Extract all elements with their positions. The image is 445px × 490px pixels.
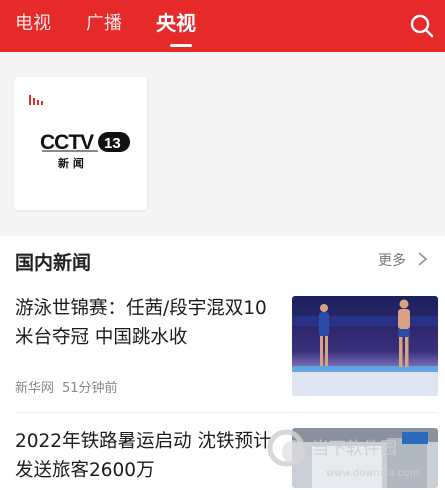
more-link[interactable]: 更多 bbox=[378, 250, 406, 270]
active-tab-indicator bbox=[170, 44, 192, 47]
news-time: 51分钟前 bbox=[62, 381, 118, 396]
news-title: 2022年铁路暑运启动 沈铁预计发送旅客2600万 bbox=[15, 431, 272, 481]
chevron-right-icon[interactable] bbox=[416, 250, 430, 268]
search-icon[interactable] bbox=[408, 12, 436, 40]
news-thumbnail-diving bbox=[292, 296, 438, 396]
channel-card-cctv13[interactable]: CCTV 13 新 闻 bbox=[14, 77, 147, 210]
tab-tv[interactable]: 电视 bbox=[15, 11, 51, 37]
live-bars-icon bbox=[29, 95, 43, 105]
news-meta: 新华网 51分钟前 bbox=[15, 377, 118, 396]
cctv13-logo: CCTV 13 新 闻 bbox=[38, 127, 134, 170]
domestic-news-section: 国内新闻 更多 游泳世锦赛：任茜/段宇混双10米台夺冠 中国跳水收 新华网 51分… bbox=[0, 236, 445, 490]
news-title: 游泳世锦赛：任茜/段宇混双10米台夺冠 中国跳水收 bbox=[15, 298, 267, 348]
news-source: 新华网 bbox=[15, 381, 55, 396]
channel-list: CCTV 13 新 闻 bbox=[0, 52, 445, 236]
divider bbox=[15, 412, 438, 413]
tab-cctv[interactable]: 央视 bbox=[156, 10, 196, 36]
news-item[interactable]: 2022年铁路暑运启动 沈铁预计发送旅客2600万 bbox=[0, 420, 445, 490]
section-title: 国内新闻 bbox=[15, 252, 92, 274]
news-item[interactable]: 游泳世锦赛：任茜/段宇混双10米台夺冠 中国跳水收 新华网 51分钟前 bbox=[0, 294, 445, 410]
top-nav-bar: 电视 广播 央视 bbox=[0, 0, 445, 52]
logo-number: 13 bbox=[104, 135, 121, 152]
tab-radio[interactable]: 广播 bbox=[86, 11, 122, 37]
logo-subtitle: 新 闻 bbox=[58, 156, 84, 169]
news-thumbnail-railway bbox=[292, 428, 438, 488]
